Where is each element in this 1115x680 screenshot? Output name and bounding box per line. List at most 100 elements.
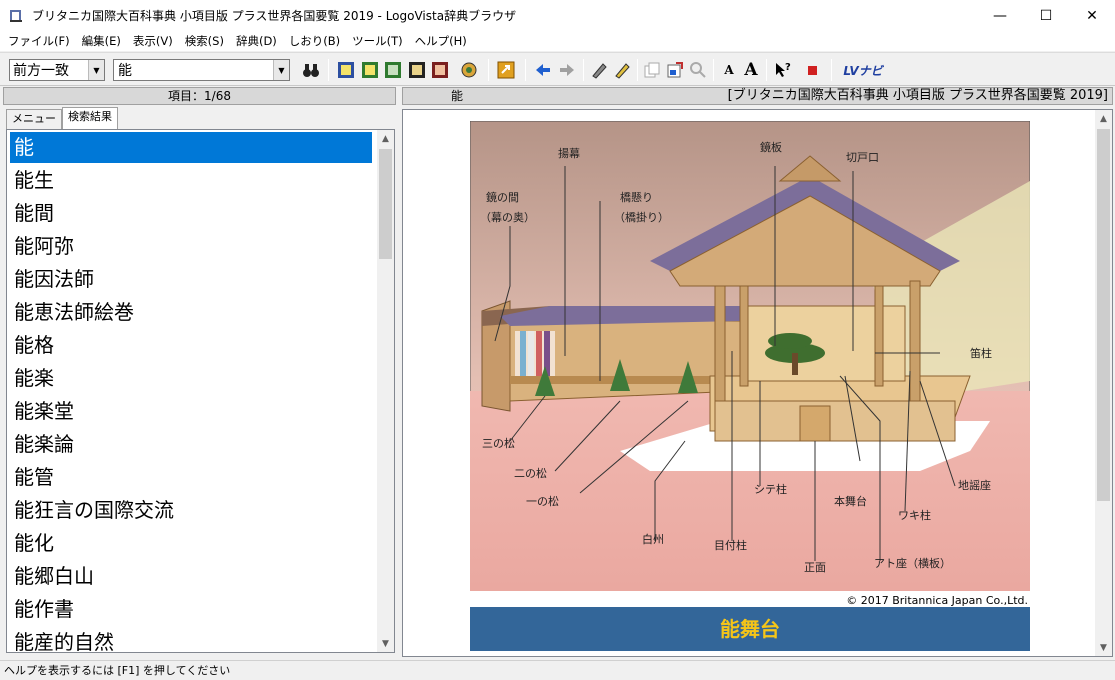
label-kagamiita: 鏡板 xyxy=(760,140,782,154)
left-tabs: メニュー 検索結果 xyxy=(6,107,118,129)
scroll-up-icon[interactable]: ▲ xyxy=(1095,110,1112,127)
list-item[interactable]: 能格 xyxy=(10,330,372,361)
stop-icon[interactable] xyxy=(803,61,821,79)
dictionary-5-icon[interactable] xyxy=(431,61,449,79)
list-item[interactable]: 能狂言の国際交流 xyxy=(10,495,372,526)
scroll-down-icon[interactable]: ▼ xyxy=(1095,639,1112,656)
label-kagami-no-ma: 鏡の間 xyxy=(486,190,519,204)
label-wakibashira: ワキ柱 xyxy=(898,508,931,522)
list-item[interactable]: 能産的自然 xyxy=(10,627,372,652)
toolbar: 前方一致 ▼ 能 ▼ A A ? LVナビ xyxy=(0,52,1115,86)
close-button[interactable]: ✕ xyxy=(1069,0,1115,31)
match-mode-select[interactable]: 前方一致 ▼ xyxy=(9,59,105,81)
font-small-button[interactable]: A xyxy=(720,61,738,79)
label-sannomatsu: 三の松 xyxy=(482,436,515,450)
label-metsukebashira: 目付柱 xyxy=(714,538,747,552)
figure-caption: 能舞台 xyxy=(470,607,1030,651)
entry-content: 揚幕 鏡板 切戸口 鏡の間 （幕の奥） 橋懸り （橋掛り） 笛柱 三の松 二の松… xyxy=(402,109,1113,657)
label-agemaku: 揚幕 xyxy=(558,146,580,160)
menu-file[interactable]: ファイル(F) xyxy=(2,33,76,49)
dictionary-2-icon[interactable] xyxy=(361,61,379,79)
tab-menu[interactable]: メニュー xyxy=(6,109,62,129)
menu-bookmark[interactable]: しおり(B) xyxy=(283,33,346,49)
title-bar: ブリタニカ国際大百科事典 小項目版 プラス世界各国要覧 2019 - LogoV… xyxy=(0,0,1115,31)
list-item[interactable]: 能楽堂 xyxy=(10,396,372,427)
globe-icon[interactable] xyxy=(460,61,478,79)
search-input-value: 能 xyxy=(118,63,132,79)
list-item[interactable]: 能化 xyxy=(10,528,372,559)
image-copy-icon[interactable] xyxy=(666,61,684,79)
label-hashigakari2: （橋掛り） xyxy=(614,210,669,224)
menu-bar: ファイル(F) 編集(E) 表示(V) 検索(S) 辞典(D) しおり(B) ツ… xyxy=(0,31,1115,51)
left-pane: 項目：1/68 メニュー 検索結果 能 能生 能間 能阿弥 能因法師 能恵法師絵… xyxy=(0,87,398,659)
list-item[interactable]: 能 xyxy=(10,132,372,163)
menu-help[interactable]: ヘルプ(H) xyxy=(409,33,473,49)
svg-text:?: ? xyxy=(785,62,791,73)
app-icon[interactable] xyxy=(8,8,24,24)
copyright-credit: © 2017 Britannica Japan Co.,Ltd. xyxy=(846,594,1028,607)
dictionary-3-icon[interactable] xyxy=(384,61,402,79)
dictionary-name: [ブリタニカ国際大百科事典 小項目版 プラス世界各国要覧 2019] xyxy=(727,88,1108,103)
noh-stage-diagram: 揚幕 鏡板 切戸口 鏡の間 （幕の奥） 橋懸り （橋掛り） 笛柱 三の松 二の松… xyxy=(469,120,1031,592)
list-item[interactable]: 能楽 xyxy=(10,363,372,394)
context-help-icon[interactable]: ? xyxy=(774,61,792,79)
menu-view[interactable]: 表示(V) xyxy=(127,33,179,49)
copy-icon[interactable] xyxy=(643,61,661,79)
dictionary-4-icon[interactable] xyxy=(408,61,426,79)
label-kiridoguchi: 切戸口 xyxy=(846,151,879,164)
list-item[interactable]: 能楽論 xyxy=(10,429,372,460)
list-item[interactable]: 能因法師 xyxy=(10,264,372,295)
list-item[interactable]: 能生 xyxy=(10,165,372,196)
font-large-button[interactable]: A xyxy=(742,60,760,80)
back-arrow-icon[interactable] xyxy=(534,61,552,79)
menu-dictionary[interactable]: 辞典(D) xyxy=(230,33,283,49)
scroll-thumb[interactable] xyxy=(1097,129,1110,501)
dictionary-1-icon[interactable] xyxy=(337,61,355,79)
label-shitebashira: シテ柱 xyxy=(754,482,787,496)
maximize-button[interactable]: ☐ xyxy=(1023,0,1069,31)
chevron-down-icon[interactable]: ▼ xyxy=(273,60,289,80)
menu-tools[interactable]: ツール(T) xyxy=(346,33,409,49)
jump-icon[interactable] xyxy=(497,61,515,79)
search-input[interactable]: 能 ▼ xyxy=(113,59,290,81)
label-hashigakari: 橋懸り xyxy=(620,190,653,204)
zoom-icon[interactable] xyxy=(689,61,707,79)
item-count-header: 項目：1/68 xyxy=(3,87,396,105)
headword: 能 xyxy=(451,89,464,103)
list-item[interactable]: 能恵法師絵巻 xyxy=(10,297,372,328)
label-ichinomatsu: 一の松 xyxy=(526,494,559,508)
menu-search[interactable]: 検索(S) xyxy=(179,33,230,49)
binoculars-icon[interactable] xyxy=(302,61,320,79)
right-pane: 能 [ブリタニカ国際大百科事典 小項目版 プラス世界各国要覧 2019] 揚幕 … xyxy=(402,87,1115,659)
label-atoza: アト座（横板） xyxy=(874,556,951,570)
lv-navi-button[interactable]: LVナビ xyxy=(840,61,886,79)
list-item[interactable]: 能間 xyxy=(10,198,372,229)
match-mode-value: 前方一致 xyxy=(13,63,69,79)
noh-stage-illustration: 揚幕 鏡板 切戸口 鏡の間 （幕の奥） 橋懸り （橋掛り） 笛柱 三の松 二の松… xyxy=(469,120,1031,592)
list-item[interactable]: 能作書 xyxy=(10,594,372,625)
label-shomen: 正面 xyxy=(804,561,826,574)
menu-edit[interactable]: 編集(E) xyxy=(76,33,127,49)
label-fuebashira: 笛柱 xyxy=(970,346,992,360)
tab-search-results[interactable]: 検索結果 xyxy=(62,107,118,129)
label-jiutaiza: 地謡座 xyxy=(958,478,991,492)
list-item[interactable]: 能郷白山 xyxy=(10,561,372,592)
search-result-list[interactable]: 能 能生 能間 能阿弥 能因法師 能恵法師絵巻 能格 能楽 能楽堂 能楽論 能管… xyxy=(6,129,395,653)
scroll-up-icon[interactable]: ▲ xyxy=(377,130,394,147)
entry-header: 能 [ブリタニカ国際大百科事典 小項目版 プラス世界各国要覧 2019] xyxy=(402,87,1113,105)
chevron-down-icon[interactable]: ▼ xyxy=(88,60,104,80)
list-item[interactable]: 能阿弥 xyxy=(10,231,372,262)
label-maku-no-oku: （幕の奥） xyxy=(480,210,535,224)
scroll-thumb[interactable] xyxy=(379,149,392,259)
minimize-button[interactable]: — xyxy=(977,0,1023,31)
list-item[interactable]: 能管 xyxy=(10,462,372,493)
content-scrollbar[interactable]: ▲ ▼ xyxy=(1095,110,1112,656)
forward-arrow-icon[interactable] xyxy=(558,61,576,79)
label-shirasu: 白州 xyxy=(642,532,664,546)
window-title: ブリタニカ国際大百科事典 小項目版 プラス世界各国要覧 2019 - LogoV… xyxy=(32,9,517,23)
marker-icon[interactable] xyxy=(590,61,608,79)
pencil-icon[interactable] xyxy=(613,61,631,79)
list-scrollbar[interactable]: ▲ ▼ xyxy=(377,130,394,652)
label-honbutai: 本舞台 xyxy=(834,494,867,508)
scroll-down-icon[interactable]: ▼ xyxy=(377,635,394,652)
